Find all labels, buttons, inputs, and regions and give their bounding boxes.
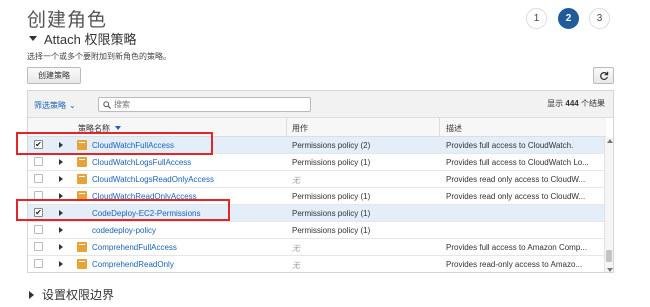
policy-description: Provides read-only access to Amazo...: [446, 260, 583, 269]
policy-usage: 无: [292, 244, 300, 253]
policy-description: Provides read only access to CloudW...: [446, 175, 586, 184]
column-usage: 用作: [292, 124, 308, 133]
row-checkbox[interactable]: [34, 242, 43, 251]
aws-managed-policy-icon: [77, 157, 87, 167]
table-row[interactable]: CloudWatchLogsFullAccess Permissions pol…: [28, 154, 606, 171]
aws-managed-policy-icon: [77, 174, 87, 184]
expand-arrow-icon[interactable]: [59, 176, 63, 182]
scroll-up-icon[interactable]: [607, 139, 613, 143]
expand-arrow-icon[interactable]: [59, 261, 63, 267]
boundary-title: 设置权限边界: [42, 288, 115, 302]
row-checkbox[interactable]: [34, 225, 43, 234]
table-scrollbar[interactable]: [604, 137, 613, 272]
expand-arrow-icon[interactable]: [59, 227, 63, 233]
refresh-button[interactable]: [593, 67, 614, 84]
highlight-box-codedeploy-ec2-permissions: [16, 199, 230, 221]
policy-description: Provides read only access to CloudW...: [446, 192, 586, 201]
scrollbar-thumb[interactable]: [606, 250, 612, 262]
policy-usage: Permissions policy (1): [292, 209, 371, 218]
step-2[interactable]: 2: [558, 8, 579, 29]
scroll-down-icon[interactable]: [607, 268, 613, 272]
policy-usage: Permissions policy (1): [292, 192, 371, 201]
policy-name-link[interactable]: ComprehendFullAccess: [92, 243, 177, 252]
policy-usage: 无: [292, 176, 300, 185]
step-1[interactable]: 1: [526, 8, 547, 29]
policy-name-link[interactable]: codedeploy-policy: [92, 226, 156, 235]
panel-toolbar: 筛选策略⌄ 显示 444 个结果: [28, 91, 613, 118]
aws-managed-policy-icon: [77, 259, 87, 269]
policy-name-link[interactable]: CloudWatchLogsFullAccess: [92, 158, 191, 167]
count-value: 444: [565, 99, 579, 108]
filter-label: 筛选策略: [34, 101, 66, 110]
column-description: 描述: [446, 124, 462, 133]
count-prefix: 显示: [547, 99, 564, 108]
result-count: 显示 444 个结果: [547, 98, 605, 109]
caret-down-icon: [29, 36, 37, 41]
policy-usage: Permissions policy (1): [292, 158, 371, 167]
policy-name-link[interactable]: ComprehendReadOnly: [92, 260, 174, 269]
row-checkbox[interactable]: [34, 157, 43, 166]
policy-name-link[interactable]: CloudWatchLogsReadOnlyAccess: [92, 175, 214, 184]
refresh-icon: [599, 71, 608, 81]
filter-policies-dropdown[interactable]: 筛选策略 ⌄: [34, 100, 76, 111]
page-title: 创建角色: [27, 10, 108, 31]
expand-arrow-icon[interactable]: [59, 244, 63, 250]
row-checkbox[interactable]: [34, 174, 43, 183]
row-checkbox[interactable]: [34, 259, 43, 268]
policy-panel: 筛选策略⌄ 显示 444 个结果 策略名称 用作 描述 ✔ CloudW: [27, 90, 614, 273]
search-input[interactable]: [114, 100, 294, 109]
search-icon: [103, 100, 111, 109]
expand-arrow-icon[interactable]: [59, 159, 63, 165]
highlight-box-cloudwatchfullaccess: [16, 132, 213, 155]
table-row[interactable]: codedeploy-policy Permissions policy (1): [28, 222, 606, 239]
table-row[interactable]: CloudWatchLogsReadOnlyAccess 无 Provides …: [28, 171, 606, 188]
caret-right-icon: [29, 290, 34, 299]
policy-description: Provides full access to Amazon Comp...: [446, 243, 587, 252]
section-description: 选择一个或多个要附加到新角色的策略。: [27, 52, 171, 61]
attach-policies-header[interactable]: Attach 权限策略: [29, 29, 136, 48]
aws-managed-policy-icon: [77, 242, 87, 252]
section-title: Attach 权限策略: [44, 32, 137, 47]
step-3[interactable]: 3: [589, 8, 610, 29]
create-policy-button[interactable]: 创建策略: [27, 67, 81, 84]
policy-usage: 无: [292, 261, 300, 270]
chevron-down-icon: ⌄: [69, 101, 76, 110]
search-box[interactable]: [98, 97, 311, 112]
table-row[interactable]: ComprehendReadOnly 无 Provides read-only …: [28, 256, 606, 272]
sort-down-icon: [115, 126, 122, 130]
policy-description: Provides full access to CloudWatch.: [446, 141, 574, 150]
policy-usage: Permissions policy (1): [292, 226, 371, 235]
policy-description: Provides full access to CloudWatch Lo...: [446, 158, 589, 167]
permissions-boundary-header[interactable]: 设置权限边界: [29, 286, 114, 303]
policy-usage: Permissions policy (2): [292, 141, 371, 150]
count-suffix: 个结果: [581, 99, 605, 108]
table-row[interactable]: ComprehendFullAccess 无 Provides full acc…: [28, 239, 606, 256]
